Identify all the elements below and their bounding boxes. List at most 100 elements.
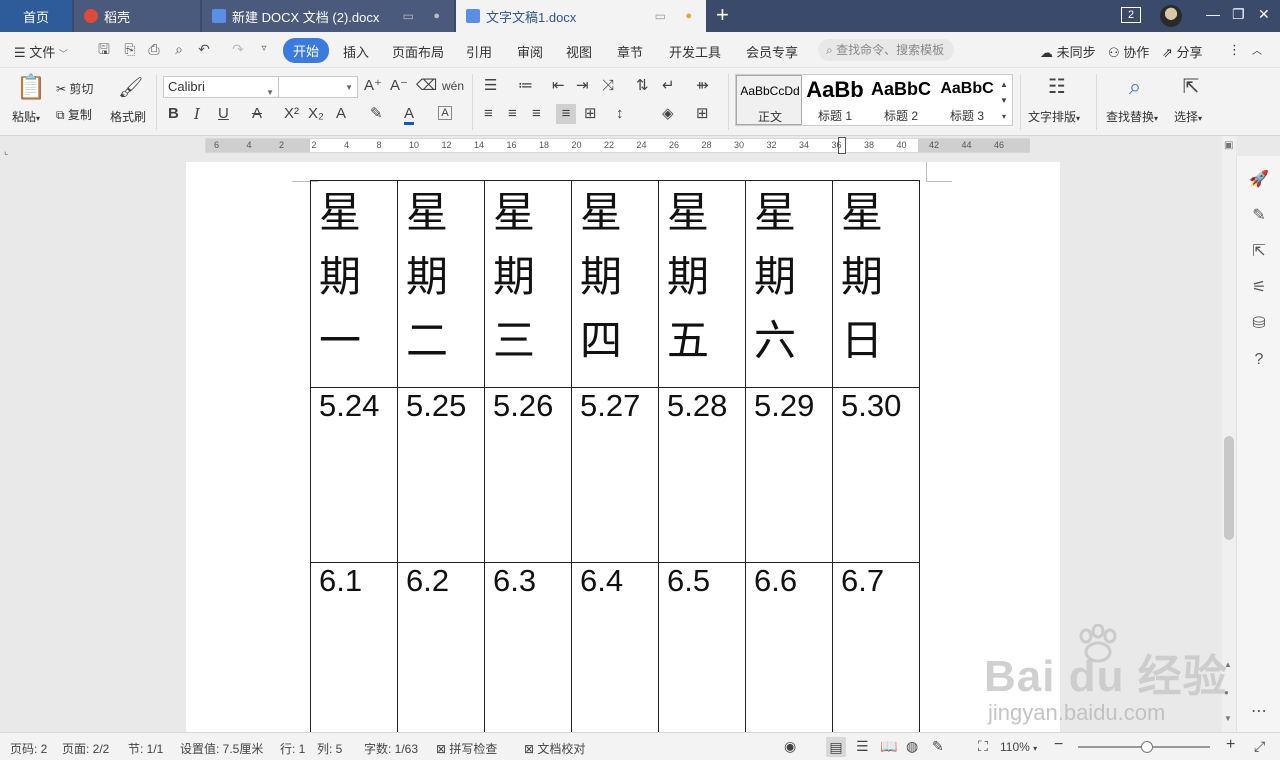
spell-check-button[interactable]: ⊠ 拼写检查	[436, 740, 497, 757]
more-icon[interactable]: ⋯	[1249, 702, 1269, 722]
format-painter-icon[interactable]: 🖌	[118, 74, 143, 102]
styles-scroll-icon[interactable]: ▲ ▼ ▾	[1000, 77, 1008, 125]
table-cell[interactable]: 5.28	[658, 387, 746, 563]
avatar[interactable]	[1160, 5, 1182, 27]
status-page-code[interactable]: 页码: 2	[10, 740, 47, 757]
sync-button[interactable]: ☁ 未同步	[1040, 42, 1096, 61]
font-size-select[interactable]: ▼	[278, 76, 358, 98]
tab-chapter[interactable]: 章节	[617, 42, 643, 61]
table-cell[interactable]: 5.26	[484, 387, 572, 563]
more-options-icon[interactable]: ⋮	[1228, 42, 1241, 58]
bullet-list-icon[interactable]: ☰	[484, 78, 497, 94]
proofread-button[interactable]: ⊠ 文档校对	[524, 740, 585, 757]
zoom-level[interactable]: 110% ▾	[1000, 740, 1037, 754]
chinese-layout-icon[interactable]: ⤨	[602, 78, 614, 94]
underline-icon[interactable]: U	[218, 106, 229, 122]
shrink-font-icon[interactable]: A⁻	[390, 78, 408, 94]
table-cell[interactable]: 星期一	[310, 180, 398, 388]
text-layout-button[interactable]: 文字排版▾	[1028, 108, 1080, 125]
table-cell[interactable]: 5.24	[310, 387, 398, 563]
write-view-icon[interactable]: ✎	[932, 738, 944, 755]
tab-developer[interactable]: 开发工具	[669, 42, 721, 61]
table-cell[interactable]: 6.7	[832, 562, 920, 732]
bold-icon[interactable]: B	[168, 106, 179, 122]
find-replace-button[interactable]: 查找替换▾	[1106, 108, 1158, 125]
pen-icon[interactable]: ✎	[1249, 206, 1269, 226]
table-cell[interactable]: 6.3	[484, 562, 572, 732]
print-icon[interactable]: ⎙	[146, 41, 162, 57]
table-cell[interactable]: 5.25	[397, 387, 485, 563]
tab-start[interactable]: 开始	[283, 38, 330, 63]
align-center-icon[interactable]: ≡	[508, 106, 517, 122]
calendar-table[interactable]: 星期一 星期二 星期三 星期四 星期五 星期六 星期日 5.24 5.25 5.…	[310, 180, 920, 732]
numbered-list-icon[interactable]: ≔	[518, 78, 533, 94]
table-cell[interactable]: 星期五	[658, 180, 746, 388]
rocket-icon[interactable]: 🚀	[1249, 170, 1269, 190]
restore-icon[interactable]: ❐	[1232, 6, 1245, 23]
sliders-icon[interactable]: ⚟	[1249, 278, 1269, 298]
style-heading-1[interactable]: AaBb 标题 1	[802, 75, 868, 125]
superscript-icon[interactable]: X²	[284, 106, 299, 122]
status-pages[interactable]: 页面: 2/2	[62, 740, 109, 757]
copy-button[interactable]: ⧉ 复制	[56, 106, 92, 123]
monitor-icon[interactable]: ▭	[403, 9, 414, 23]
style-heading-3[interactable]: AaBbC 标题 3	[934, 75, 1000, 125]
close-dot-icon[interactable]: ●	[433, 10, 440, 22]
tab-daoke[interactable]: 稻壳	[74, 0, 200, 32]
tab-member[interactable]: 会员专享	[746, 42, 798, 61]
page-view-icon[interactable]: ▤	[826, 737, 846, 757]
text-effect-icon[interactable]: A	[336, 106, 346, 122]
char-border-icon[interactable]: A	[438, 106, 452, 120]
share-button[interactable]: ⇗ 分享	[1162, 42, 1203, 61]
help-icon[interactable]: ?	[1249, 350, 1269, 370]
paste-button[interactable]: 粘贴▾	[12, 108, 40, 125]
shading-icon[interactable]: ◈	[662, 106, 674, 122]
text-layout-icon[interactable]: ☷	[1044, 74, 1070, 100]
table-cell[interactable]: 6.4	[571, 562, 659, 732]
tab-insert[interactable]: 插入	[343, 42, 369, 61]
collapse-ribbon-icon[interactable]: ︿	[1252, 42, 1262, 57]
web-view-icon[interactable]: ◍	[906, 738, 918, 755]
tab-document-2[interactable]: 文字文稿1.docx ▭ ●	[456, 0, 706, 32]
status-words[interactable]: 字数: 1/63	[364, 740, 418, 757]
monitor-icon[interactable]: ▭	[655, 9, 666, 23]
subscript-icon[interactable]: X₂	[308, 106, 324, 122]
font-name-select[interactable]: Calibri ▼	[163, 76, 279, 98]
borders-icon[interactable]: ⊞	[696, 106, 709, 122]
tab-document-1[interactable]: 新建 DOCX 文档 (2).docx ▭ ●	[202, 0, 454, 32]
table-cell[interactable]: 星期日	[832, 180, 920, 388]
font-color-icon[interactable]: A	[404, 106, 415, 125]
status-section[interactable]: 节: 1/1	[128, 740, 163, 757]
unsaved-dot-icon[interactable]: ●	[685, 10, 692, 22]
decrease-indent-icon[interactable]: ⇤	[552, 78, 565, 94]
add-tab-icon[interactable]: +	[716, 4, 729, 26]
distribute-icon[interactable]: ⊞	[584, 106, 597, 122]
zoom-slider-handle[interactable]	[1141, 741, 1153, 753]
style-heading-2[interactable]: AaBbC 标题 2	[868, 75, 934, 125]
italic-icon[interactable]: I	[194, 106, 200, 122]
scrollbar-thumb[interactable]	[1224, 436, 1234, 540]
redo-icon[interactable]: ↷	[230, 41, 246, 57]
status-col[interactable]: 列: 5	[317, 740, 342, 757]
cut-button[interactable]: ✂ 剪切	[56, 80, 93, 97]
reading-view-icon[interactable]: 📖	[880, 738, 897, 755]
outline-view-icon[interactable]: ☰	[856, 738, 869, 755]
phonetic-icon[interactable]: wén	[442, 78, 464, 94]
zoom-in-icon[interactable]: +	[1226, 736, 1235, 754]
fit-page-icon[interactable]: ⛶	[978, 738, 988, 755]
table-cell[interactable]: 星期六	[745, 180, 833, 388]
table-cell[interactable]: 星期三	[484, 180, 572, 388]
increase-indent-icon[interactable]: ⇥	[576, 78, 589, 94]
minimize-icon[interactable]: —	[1206, 6, 1220, 22]
preview-icon[interactable]: ⌕	[171, 41, 187, 57]
tab-view[interactable]: 视图	[566, 42, 592, 61]
show-marks-icon[interactable]: ↵	[662, 78, 675, 94]
line-spacing-icon[interactable]: ↕	[616, 106, 624, 122]
align-right-icon[interactable]: ≡	[532, 106, 541, 122]
ruler-strip[interactable]: 6 4 2 2 4 8 10 12 14 16 18 20 22 24 26 28 30 32 34 36 38 40 42…	[205, 137, 1030, 154]
fullscreen-icon[interactable]: ⤢	[1254, 738, 1265, 755]
table-cell[interactable]: 星期二	[397, 180, 485, 388]
document-page[interactable]: 星期一 星期二 星期三 星期四 星期五 星期六 星期日 5.24 5.25 5.…	[186, 162, 1060, 732]
grow-font-icon[interactable]: A⁺	[364, 78, 382, 94]
tab-stops-icon[interactable]: ⇻	[696, 78, 709, 94]
